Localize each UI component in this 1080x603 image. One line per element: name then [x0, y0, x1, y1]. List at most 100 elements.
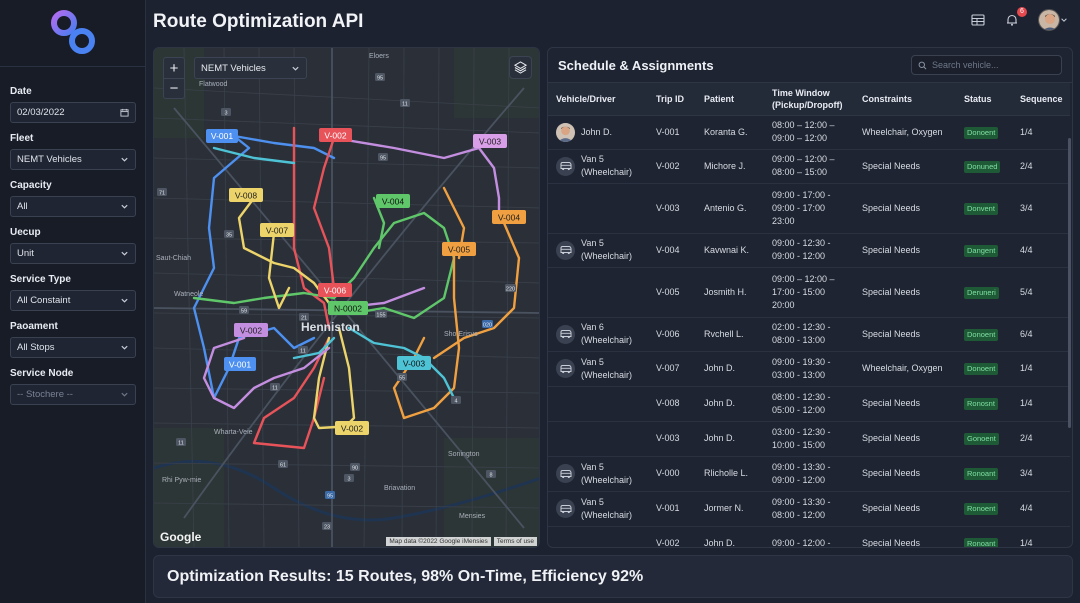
table-row[interactable]: V-005 Josmith H. 09:00 – 12:00 – 17:00 - 1… [548, 267, 1070, 318]
route-marker[interactable]: V-003 [473, 134, 507, 148]
constraints-cell: Wheelchair, Oxygen [854, 351, 956, 387]
table-row[interactable]: V-003 Antenio G. 09:00 - 17:00 - 09:00 - 1… [548, 183, 1070, 234]
zoom-in-button[interactable]: + [164, 58, 184, 78]
place-label: Briavation [384, 485, 415, 492]
capacity-select[interactable]: All [10, 196, 136, 217]
filter-label: Service Type [10, 274, 71, 285]
search-input[interactable] [932, 60, 1052, 70]
constraints-cell: Special Needs [854, 456, 956, 492]
constraints-cell: Special Needs [854, 267, 956, 318]
sequence-cell: 2/4 [1012, 421, 1070, 457]
user-menu-button[interactable] [1036, 9, 1070, 31]
column-header[interactable]: Constraints [854, 83, 956, 116]
sequence-cell: 3/4 [1012, 456, 1070, 492]
trip-id-cell: V-001 [648, 115, 696, 150]
route-marker[interactable]: V-002 [335, 421, 369, 435]
column-header[interactable]: Patient [696, 83, 764, 116]
layers-button[interactable] [509, 56, 532, 79]
table-row[interactable]: V-003 John D. 03:00 - 12:30 - 10:00 - 15:0… [548, 421, 1070, 457]
table-row[interactable]: Van 5 (Wheelchair) V-002 Michore J. 09:00 –… [548, 149, 1070, 184]
trip-id-cell: V-005 [648, 267, 696, 318]
sequence-cell: 1/4 [1012, 115, 1070, 150]
status-badge: Gonoent [964, 433, 999, 445]
calendar-icon [120, 108, 129, 117]
route-marker[interactable]: V-004 [376, 194, 410, 208]
status-badge: Ronoant [964, 468, 999, 480]
place-label: Eloers [369, 53, 389, 60]
route-marker[interactable]: N-0002 [328, 301, 368, 315]
trip-id-cell: V-002 [648, 149, 696, 184]
vehicle-name: Van 5 (Wheelchair) [581, 154, 633, 177]
highway-shield: 59 [241, 308, 247, 314]
table-row[interactable]: Van 5 (Wheelchair) V-000 Rlicholle L. 09:00… [548, 456, 1070, 492]
table-row[interactable]: Van 5 (Wheelchair) V-001 Jormer N. 09:00 - … [548, 491, 1070, 527]
table-row[interactable]: Van 5 (Wheelchair) V-004 Kavwnai K. 09:00 -… [548, 233, 1070, 268]
results-summary: Optimization Results: 15 Routes, 98% On-… [167, 568, 644, 585]
map-canvas[interactable]: Flatwood Eloers Saut-Chiah Watneole Sho … [154, 48, 540, 548]
chevron-down-icon [121, 392, 128, 397]
route-map[interactable]: Flatwood Eloers Saut-Chiah Watneole Sho … [153, 47, 540, 548]
route-marker[interactable]: V-004 [492, 210, 526, 224]
dashboard-button[interactable] [968, 10, 988, 30]
date-input[interactable]: 02/03/2022 [10, 102, 136, 123]
route-marker[interactable]: V-008 [229, 188, 263, 202]
chevron-down-icon [121, 157, 128, 162]
patient-cell: Michore J. [696, 149, 764, 184]
route-marker[interactable]: V-002 [319, 128, 352, 142]
table-row[interactable]: Van 5 (Wheelchair) V-007 John D. 09:00 - 19… [548, 351, 1070, 387]
column-header[interactable]: Sequence [1012, 83, 1070, 116]
table-row[interactable]: V-008 John D. 08:00 - 12:30 - 05:00 - 12:0… [548, 386, 1070, 422]
filter-value: 02/03/2022 [17, 107, 65, 118]
column-header[interactable]: Vehicle/Driver [548, 83, 648, 116]
route-marker[interactable]: V-003 [397, 356, 431, 370]
vehicle-name: Van 6 (Wheelchair) [581, 322, 633, 345]
fleet-select[interactable]: NEMT Vehicles [10, 149, 136, 170]
time-window-cell: 09:00 - 19:30 - 03:00 - 13:00 [764, 351, 854, 387]
paoament-select[interactable]: All Stops [10, 337, 136, 358]
place-label: Flatwood [199, 81, 228, 88]
highway-shield: 55 [399, 375, 405, 381]
schedule-table: Vehicle/Driver Trip ID Patient Time Wind… [548, 83, 1070, 547]
route-marker[interactable]: V-002 [234, 323, 268, 337]
constraints-cell: Special Needs [854, 491, 956, 527]
table-row[interactable]: V-002 John D. 09:00 - 12:00 - Special Needs… [548, 526, 1070, 547]
status-cell: Ronoant [956, 526, 1012, 547]
map-fleet-select[interactable]: NEMT Vehicles [194, 57, 307, 79]
vehicle-cell: Van 5 (Wheelchair) [548, 456, 648, 492]
service-node-select[interactable]: -- Stochere -- [10, 384, 136, 405]
table-row[interactable]: Van 6 (Wheelchair) V-006 Rvchell L. 02:00 -… [548, 317, 1070, 352]
zoom-controls: + − [163, 57, 185, 99]
highway-shield: 23 [324, 524, 330, 530]
trip-id-cell: V-001 [648, 491, 696, 527]
column-header[interactable]: Status [956, 83, 1012, 116]
sequence-cell: 1/4 [1012, 351, 1070, 387]
scrollbar[interactable] [1068, 138, 1071, 428]
chevron-down-icon [292, 66, 299, 71]
vehicle-cell [548, 526, 648, 547]
zoom-out-button[interactable]: − [164, 78, 184, 98]
service-type-select[interactable]: All Constaint [10, 290, 136, 311]
search-box[interactable] [911, 55, 1062, 75]
route-marker[interactable]: V-001 [224, 357, 256, 371]
route-marker[interactable]: V-006 [318, 283, 352, 297]
van-icon [560, 330, 571, 339]
constraints-cell: Special Needs [854, 317, 956, 352]
svg-text:V-001: V-001 [211, 131, 233, 141]
terms-link[interactable]: Terms of use [493, 537, 537, 546]
filter-value: Unit [17, 248, 34, 259]
route-marker[interactable]: V-007 [260, 223, 294, 237]
uecup-select[interactable]: Unit [10, 243, 136, 264]
vehicle-cell: Van 5 (Wheelchair) [548, 233, 648, 268]
route-marker[interactable]: V-005 [442, 242, 476, 256]
place-label: Saut-Chiah [156, 255, 191, 262]
van-icon [560, 469, 571, 478]
column-header[interactable]: Trip ID [648, 83, 696, 116]
google-logo: Google [160, 530, 202, 544]
sequence-cell: 1/4 [1012, 526, 1070, 547]
notifications-button[interactable]: 6 [1002, 7, 1027, 30]
column-header[interactable]: Time Window (Pickup/Dropoff) [764, 83, 854, 116]
schedule-body: John D. V-001 Koranta G. 08:00 – 12:00 – 09… [548, 115, 1070, 547]
time-window-cell: 08:00 - 12:30 - 05:00 - 12:00 [764, 386, 854, 422]
route-marker[interactable]: V-001 [206, 129, 238, 143]
table-row[interactable]: John D. V-001 Koranta G. 08:00 – 12:00 – 09… [548, 115, 1070, 150]
